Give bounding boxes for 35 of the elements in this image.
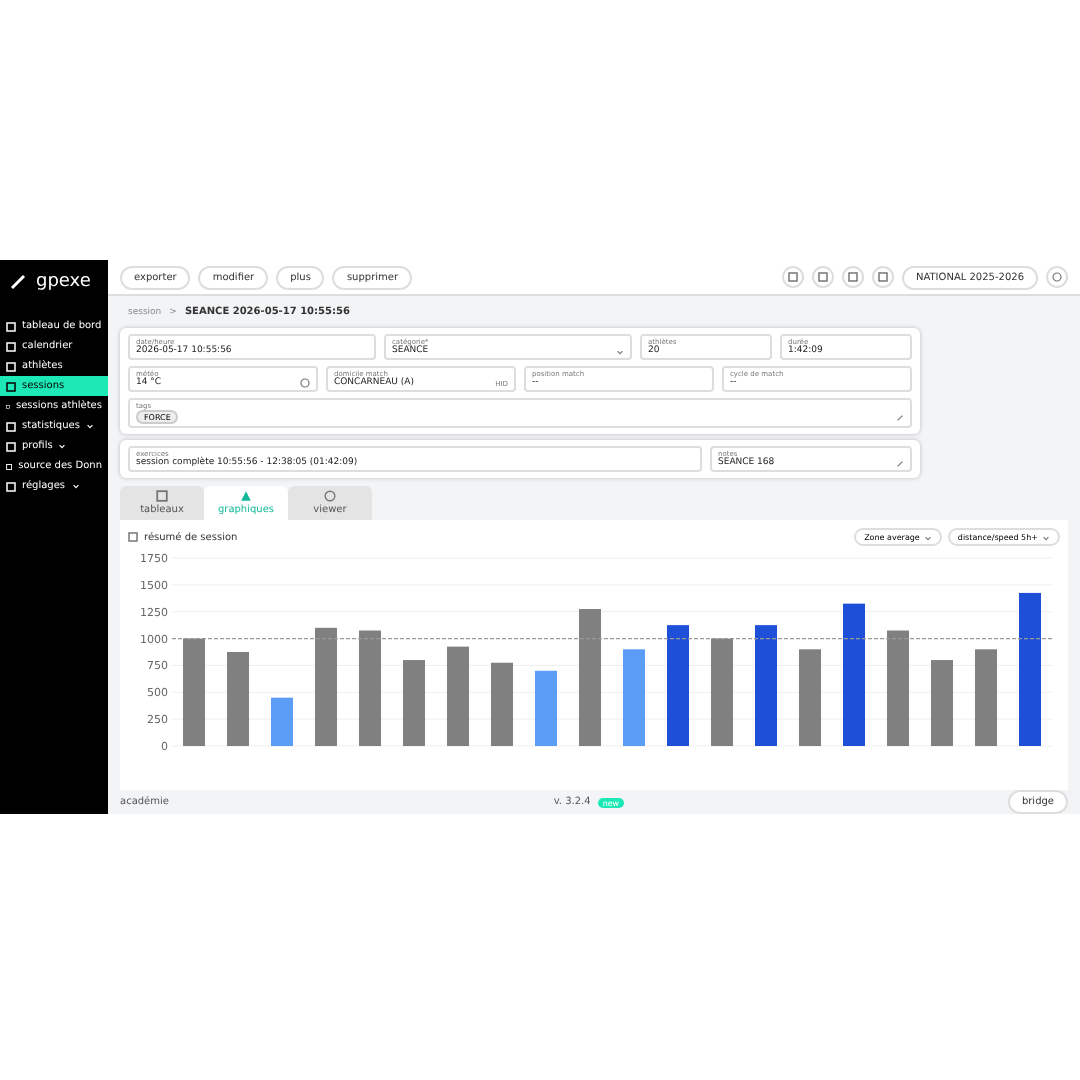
bar: [359, 630, 381, 746]
caret-icon: [85, 422, 94, 430]
toolbar-icon[interactable]: [841, 266, 864, 288]
bar: [843, 603, 865, 746]
bar: [755, 625, 777, 746]
toolbar-icon[interactable]: [781, 266, 804, 288]
tab-icon: [156, 490, 168, 502]
bar: [271, 697, 293, 746]
bar: [535, 670, 557, 746]
tab-icon: [324, 490, 336, 502]
bar: [447, 646, 469, 746]
tab-icon: [240, 490, 252, 502]
toolbar-icon[interactable]: [811, 266, 834, 288]
bar: [799, 649, 821, 746]
brand-name: gpexe: [36, 272, 91, 292]
bar: [315, 627, 337, 746]
bar: [667, 625, 689, 746]
user-button[interactable]: [1046, 266, 1068, 288]
bar: [491, 662, 513, 746]
bar: [403, 660, 425, 746]
bar: [579, 609, 601, 746]
bar: [931, 660, 953, 746]
caret-icon: [616, 347, 624, 355]
bar: [887, 630, 909, 746]
bar: [975, 649, 997, 746]
bar: [711, 638, 733, 746]
caret-icon: [58, 442, 67, 450]
bar: [227, 652, 249, 746]
toolbar-icon[interactable]: [871, 266, 894, 288]
bar: [623, 649, 645, 746]
caret-icon: [1042, 533, 1050, 541]
caret-icon: [923, 533, 932, 541]
logo-icon: [8, 272, 28, 292]
caret-icon: [71, 482, 80, 490]
bar: [183, 638, 205, 746]
